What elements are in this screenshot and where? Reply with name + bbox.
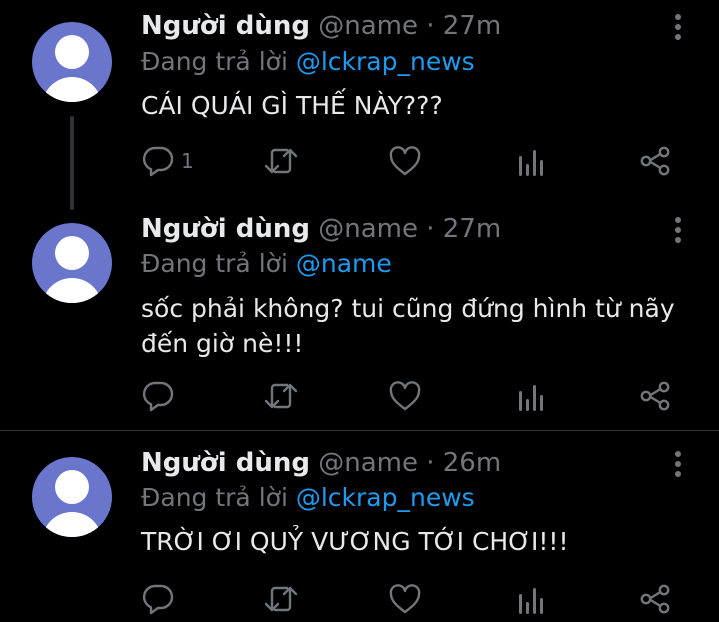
heart-icon bbox=[389, 381, 421, 411]
analytics-bars-icon bbox=[519, 150, 543, 176]
default-avatar-icon[interactable] bbox=[32, 223, 112, 303]
user-handle[interactable]: @name bbox=[318, 214, 418, 244]
like-button[interactable] bbox=[388, 581, 422, 617]
like-button[interactable] bbox=[388, 378, 422, 414]
share-button[interactable] bbox=[638, 378, 672, 414]
header-separator: · bbox=[426, 448, 435, 478]
user-handle[interactable]: @name bbox=[318, 448, 418, 478]
like-button[interactable] bbox=[388, 143, 422, 179]
more-vertical-icon[interactable] bbox=[666, 12, 690, 42]
display-name[interactable]: Người dùng bbox=[141, 448, 310, 478]
tweet-text: sốc phải không? tui cũng đứng hình từ nã… bbox=[141, 294, 675, 358]
retweet-icon bbox=[264, 148, 298, 174]
heart-icon bbox=[389, 146, 421, 176]
replying-to-label: Đang trả lời bbox=[141, 47, 288, 76]
replying-to: Đang trả lời @name bbox=[141, 248, 392, 280]
mention-link[interactable]: @lckrap_news bbox=[296, 483, 475, 512]
retweet-button[interactable] bbox=[263, 581, 299, 617]
default-avatar-icon[interactable] bbox=[32, 457, 112, 537]
header-separator: · bbox=[426, 214, 435, 244]
analytics-button[interactable] bbox=[516, 378, 546, 414]
tweet-timestamp[interactable]: 27m bbox=[443, 214, 501, 244]
share-button[interactable] bbox=[638, 143, 672, 179]
tweet-header: Người dùng @name · 27m bbox=[141, 10, 501, 42]
analytics-bars-icon bbox=[519, 588, 543, 614]
replying-to: Đang trả lời @lckrap_news bbox=[141, 482, 475, 514]
replying-to-label: Đang trả lời bbox=[141, 249, 288, 278]
display-name[interactable]: Người dùng bbox=[141, 214, 310, 244]
retweet-icon bbox=[264, 586, 298, 612]
replying-to: Đang trả lời @lckrap_news bbox=[141, 46, 475, 78]
tweet-timestamp[interactable]: 26m bbox=[443, 448, 501, 478]
reply-button[interactable] bbox=[141, 581, 181, 617]
reply-bubble-icon bbox=[142, 584, 174, 615]
mention-link[interactable]: @lckrap_news bbox=[296, 47, 475, 76]
tweet-text: CÁI QUÁI GÌ THẾ NÀY??? bbox=[141, 91, 443, 120]
tweet[interactable]: Người dùng @name · 26m Đang trả lời @lck… bbox=[0, 431, 719, 622]
display-name[interactable]: Người dùng bbox=[141, 11, 310, 41]
share-icon bbox=[640, 381, 670, 411]
user-handle[interactable]: @name bbox=[318, 11, 418, 41]
reply-button[interactable] bbox=[141, 378, 181, 414]
tweet[interactable]: Người dùng @name · 27m Đang trả lời @nam… bbox=[0, 210, 719, 430]
reply-bubble-icon bbox=[142, 381, 174, 412]
retweet-icon bbox=[264, 383, 298, 409]
reply-count: 1 bbox=[181, 149, 194, 173]
analytics-bars-icon bbox=[519, 385, 543, 411]
share-button[interactable] bbox=[638, 581, 672, 617]
share-icon bbox=[640, 584, 670, 614]
more-vertical-icon[interactable] bbox=[666, 215, 690, 245]
tweet-text: TRỜI ƠI QUỶ VƯƠNG TỚI CHƠI!!! bbox=[141, 527, 569, 556]
analytics-button[interactable] bbox=[516, 581, 546, 617]
more-vertical-icon[interactable] bbox=[666, 449, 690, 479]
share-icon bbox=[640, 146, 670, 176]
retweet-button[interactable] bbox=[263, 378, 299, 414]
retweet-button[interactable] bbox=[263, 143, 299, 179]
heart-icon bbox=[389, 584, 421, 614]
mention-link[interactable]: @name bbox=[296, 249, 392, 278]
tweet-timestamp[interactable]: 27m bbox=[443, 11, 501, 41]
reply-thread: Người dùng @name · 27m Đang trả lời @lck… bbox=[0, 0, 719, 622]
tweet-header: Người dùng @name · 27m bbox=[141, 213, 501, 245]
header-separator: · bbox=[426, 11, 435, 41]
reply-button[interactable]: 1 bbox=[141, 143, 194, 179]
tweet-header: Người dùng @name · 26m bbox=[141, 447, 501, 479]
replying-to-label: Đang trả lời bbox=[141, 483, 288, 512]
default-avatar-icon[interactable] bbox=[32, 22, 112, 102]
reply-bubble-icon bbox=[142, 146, 174, 177]
analytics-button[interactable] bbox=[516, 143, 546, 179]
tweet[interactable]: Người dùng @name · 27m Đang trả lời @lck… bbox=[0, 0, 719, 210]
